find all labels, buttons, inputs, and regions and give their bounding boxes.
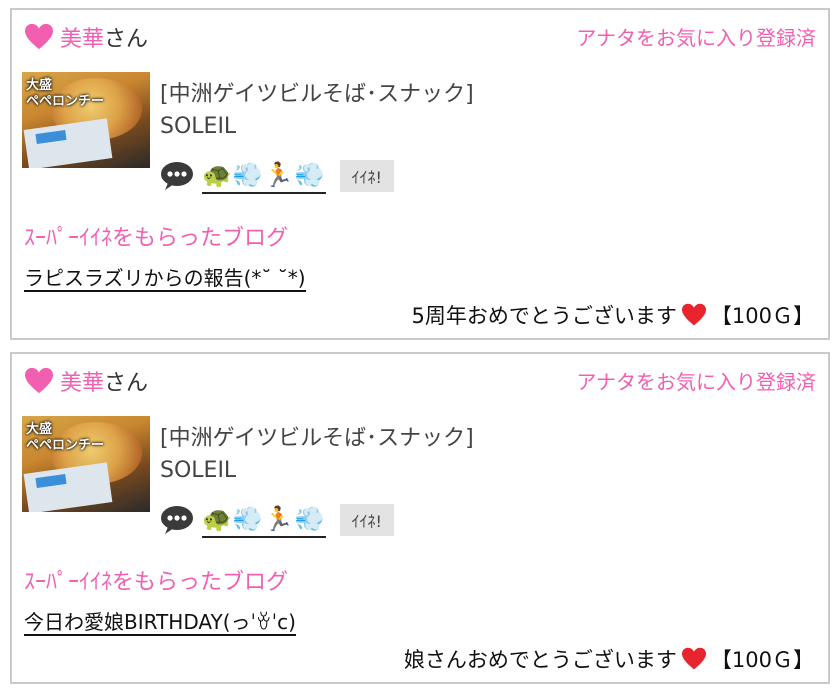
- shop-category: [中洲ゲイツビルそば･スナック]: [160, 82, 474, 107]
- shop-thumbnail[interactable]: 大盛 ペペロンチー: [22, 416, 150, 512]
- blog-title-link[interactable]: 今日わ愛娘BIRTHDAY(っˈꈊˈc): [24, 610, 296, 636]
- user-name-link[interactable]: 美華: [60, 365, 104, 397]
- thumbnail-caption: 大盛 ペペロンチー: [26, 422, 105, 453]
- message-text: 娘さんおめでとうございます: [403, 648, 677, 672]
- honorific: さん: [104, 371, 149, 396]
- ii-ne-button[interactable]: ｲｲﾈ!: [339, 160, 394, 192]
- card-header: 美華 さん: [24, 20, 148, 54]
- shop-name[interactable]: SOLEIL: [160, 458, 236, 483]
- ii-ne-button[interactable]: ｲｲﾈ!: [339, 504, 394, 536]
- shop-name[interactable]: SOLEIL: [160, 114, 236, 139]
- gift-amount: 【100Ｇ】: [710, 648, 814, 672]
- gift-message: 娘さんおめでとうございます 【100Ｇ】: [404, 644, 814, 674]
- super-ii-card: 美華 さん アナタをお気に入り登録済 大盛 ペペロンチー [中洲ゲイツビルそば･ス…: [10, 352, 830, 684]
- speech-bubble-icon[interactable]: [160, 505, 194, 535]
- user-name-link[interactable]: 美華: [60, 21, 104, 53]
- gift-amount: 【100Ｇ】: [710, 304, 814, 328]
- card-header: 美華 さん: [24, 364, 148, 398]
- red-heart-icon: [681, 303, 706, 326]
- turtle-runner-emoji-link[interactable]: 🐢💨🏃💨: [202, 158, 326, 194]
- favorite-status: アナタをお気に入り登録済: [576, 370, 816, 394]
- blog-title-link[interactable]: ラピスラズリからの報告(*˘ ˘*): [24, 266, 306, 292]
- shop-category: [中洲ゲイツビルそば･スナック]: [160, 426, 474, 451]
- turtle-runner-emoji-link[interactable]: 🐢💨🏃💨: [202, 502, 326, 538]
- super-ii-blog-label: ｽｰﾊﾟｰｲｲﾈをもらったブログ: [24, 570, 289, 595]
- red-heart-icon: [681, 647, 706, 670]
- favorite-status: アナタをお気に入り登録済: [576, 26, 816, 50]
- gift-message: 5周年おめでとうございます 【100Ｇ】: [412, 300, 814, 330]
- super-ii-blog-label: ｽｰﾊﾟｰｲｲﾈをもらったブログ: [24, 226, 289, 251]
- heart-icon: [25, 23, 53, 50]
- super-ii-card: 美華 さん アナタをお気に入り登録済 大盛 ペペロンチー [中洲ゲイツビルそば･ス…: [10, 8, 830, 340]
- heart-icon: [25, 367, 53, 394]
- reaction-row: 🐢💨🏃💨 ｲｲﾈ!: [160, 502, 394, 538]
- speech-bubble-icon[interactable]: [160, 161, 194, 191]
- honorific: さん: [104, 27, 149, 52]
- thumbnail-caption: 大盛 ペペロンチー: [26, 78, 105, 109]
- message-text: 5周年おめでとうございます: [411, 304, 677, 328]
- shop-thumbnail[interactable]: 大盛 ペペロンチー: [22, 72, 150, 168]
- reaction-row: 🐢💨🏃💨 ｲｲﾈ!: [160, 158, 394, 194]
